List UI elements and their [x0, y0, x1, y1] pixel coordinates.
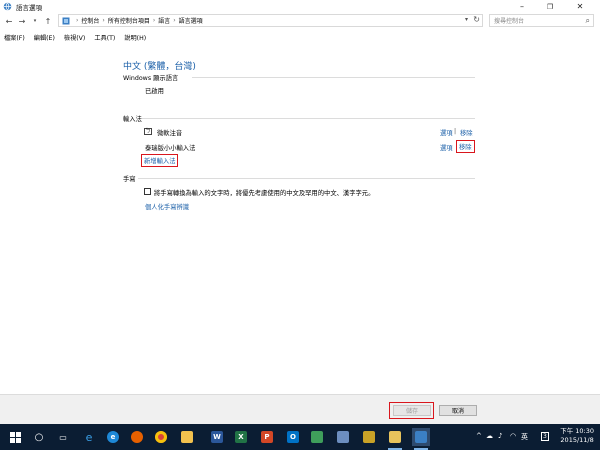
show-hidden-icons[interactable]: ^	[476, 432, 482, 440]
personalize-handwriting-link[interactable]: 個人化手寫辨識	[145, 202, 189, 211]
refresh-icon[interactable]: ↻	[473, 15, 480, 24]
word-icon[interactable]: W	[208, 428, 226, 446]
menu-tools[interactable]: 工具(T)	[94, 33, 115, 42]
up-arrow-icon[interactable]: ↑	[43, 15, 53, 27]
breadcrumb-separator: ›	[76, 17, 79, 24]
ime-name-xiaoxiao: 泰瑞版小小輸入法	[145, 145, 196, 152]
chevron-down-icon[interactable]: ▾	[465, 16, 468, 23]
ime-remove-link-bopomofo[interactable]: 移除	[460, 128, 473, 137]
search-input[interactable]: 搜尋控制台 ⌕	[489, 14, 594, 27]
main-content: 中文 (繁體，台灣) Windows 顯示語言 已啟用 輸入法 ㄅ 微軟注音 選…	[0, 44, 600, 394]
menu-file[interactable]: 檔案(F)	[4, 33, 25, 42]
excel-icon[interactable]: X	[232, 428, 250, 446]
title-bar: 語言選項 – ❐ ✕	[0, 0, 600, 13]
outlook-icon[interactable]: O	[284, 428, 302, 446]
file-explorer-icon[interactable]	[178, 428, 196, 446]
save-button[interactable]: 儲存	[393, 405, 431, 416]
cancel-button[interactable]: 取消	[439, 405, 477, 416]
breadcrumb-separator: ›	[152, 17, 156, 24]
breadcrumb-language-options[interactable]: 語言選項	[179, 16, 203, 25]
powerpoint-icon[interactable]: P	[258, 428, 276, 446]
control-panel-taskbar-icon[interactable]	[412, 428, 430, 450]
search-icon[interactable]: ⌕	[586, 16, 590, 26]
handwriting-heading: 手寫	[123, 176, 136, 183]
app-icon-pen[interactable]	[334, 428, 352, 446]
navigation-bar: ← → ▾ ↑ › 控制台 › 所有控制台項目 › 語言 › 語言選項 ▾ ↻ …	[0, 13, 600, 29]
add-ime-link[interactable]: 新增輸入法	[141, 154, 179, 167]
chrome-icon[interactable]	[152, 428, 170, 446]
clock-time: 下午 10:30	[560, 427, 594, 435]
keyboard-icon: ㄅ	[144, 128, 152, 135]
back-arrow-icon[interactable]: ←	[4, 15, 14, 27]
clock[interactable]: 下午 10:30 2015/11/8	[560, 427, 594, 445]
taskbar: ○ ▭ e e W X P O ^ ☁ ♪ ◠ 英 3 下午 10:30 201…	[0, 424, 600, 450]
recent-locations-icon[interactable]: ▾	[30, 15, 40, 27]
restore-button[interactable]: ❐	[536, 0, 564, 13]
window-title: 語言選項	[16, 3, 42, 12]
breadcrumb-all-items[interactable]: 所有控制台項目	[108, 16, 150, 25]
display-language-status: 已啟用	[145, 88, 164, 95]
search-icon[interactable]: ○	[30, 428, 48, 446]
ime-name-bopomofo: 微軟注音	[157, 130, 183, 137]
ime-heading: 輸入法	[123, 116, 142, 123]
task-view-icon[interactable]: ▭	[54, 428, 72, 446]
start-button[interactable]	[6, 428, 24, 446]
forward-arrow-icon[interactable]: →	[17, 15, 27, 27]
app-icon-folder[interactable]	[386, 428, 404, 450]
menu-view[interactable]: 檢視(V)	[64, 33, 85, 42]
breadcrumb-control-panel[interactable]: 控制台	[81, 16, 99, 25]
breadcrumb-language[interactable]: 語言	[158, 16, 170, 25]
clock-date: 2015/11/8	[560, 436, 594, 444]
display-language-heading: Windows 顯示語言	[123, 75, 179, 82]
app-icon-green[interactable]	[308, 428, 326, 446]
control-panel-icon	[62, 17, 70, 24]
section-divider	[142, 118, 475, 119]
handwriting-checkbox[interactable]	[144, 188, 151, 195]
section-divider	[192, 77, 475, 78]
ie-browser-icon[interactable]: e	[104, 428, 122, 446]
link-separator: |	[454, 128, 457, 135]
ime-remove-link-xiaoxiao[interactable]: 移除	[456, 140, 475, 153]
menu-help[interactable]: 說明(H)	[124, 33, 146, 42]
notification-badge[interactable]: 3	[541, 432, 549, 441]
ime-options-link-xiaoxiao[interactable]: 選項	[440, 143, 453, 152]
firefox-icon[interactable]	[128, 428, 146, 446]
input-method-icon[interactable]: 英	[521, 432, 528, 442]
handwriting-checkbox-label: 將手寫轉換為輸入的文字時，將優先考慮使用的中文及罕用的中文、漢字字元。	[154, 190, 375, 197]
section-divider	[138, 178, 475, 179]
ime-options-link-bopomofo[interactable]: 選項	[440, 128, 453, 137]
network-icon[interactable]: ☁	[486, 432, 493, 440]
dialog-footer: 儲存 取消	[0, 394, 600, 424]
language-title: 中文 (繁體，台灣)	[123, 62, 196, 72]
language-app-icon	[3, 2, 12, 11]
speaker-icon[interactable]: ♪	[498, 432, 502, 440]
menu-edit[interactable]: 編輯(E)	[34, 33, 55, 42]
edge-browser-icon[interactable]: e	[80, 428, 98, 446]
close-button[interactable]: ✕	[566, 0, 594, 13]
app-icon-yellow[interactable]	[360, 428, 378, 446]
minimize-button[interactable]: –	[508, 0, 536, 13]
breadcrumb-separator: ›	[173, 17, 176, 24]
windows-logo-icon	[9, 431, 21, 443]
breadcrumb-separator: ›	[102, 17, 105, 24]
menu-bar: 檔案(F) 編輯(E) 檢視(V) 工具(T) 說明(H)	[0, 31, 600, 43]
address-bar[interactable]: › 控制台 › 所有控制台項目 › 語言 › 語言選項 ▾ ↻	[58, 14, 483, 27]
wifi-icon[interactable]: ◠	[510, 432, 516, 440]
search-placeholder: 搜尋控制台	[494, 18, 525, 25]
